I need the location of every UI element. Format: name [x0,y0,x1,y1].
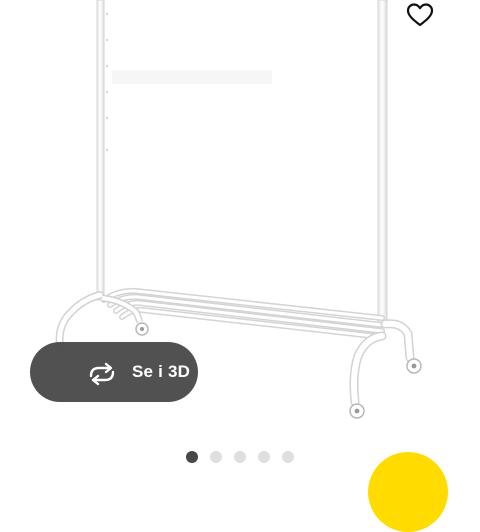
product-gallery[interactable]: Se i 3D [0,0,480,532]
view-in-3d-label: Se i 3D [132,362,191,381]
carousel-dot-4[interactable] [258,451,270,463]
carousel-dot-1[interactable] [186,451,198,463]
add-to-cart-button[interactable] [368,452,448,532]
heart-outline-icon [406,3,434,27]
carousel-dot-5[interactable] [282,451,294,463]
carousel-dot-2[interactable] [210,451,222,463]
rotate-3d-icon [89,362,115,386]
carousel-dot-3[interactable] [234,451,246,463]
favourite-button[interactable] [402,0,438,30]
view-in-3d-button[interactable]: Se i 3D [30,342,198,402]
